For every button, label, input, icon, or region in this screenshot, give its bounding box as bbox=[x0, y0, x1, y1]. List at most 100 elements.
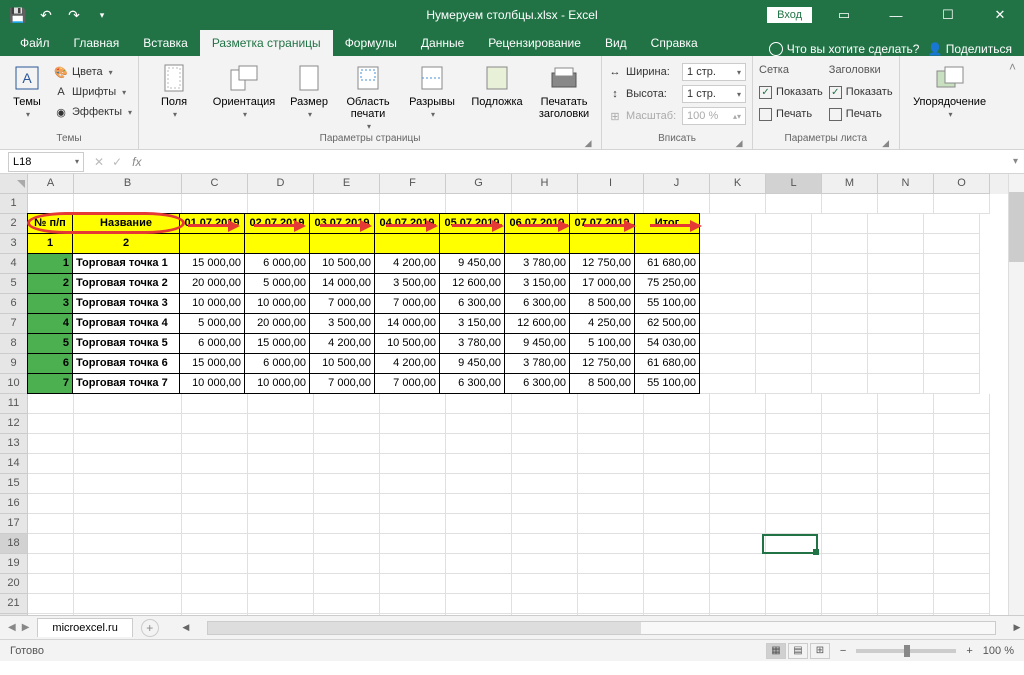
cell[interactable] bbox=[766, 454, 822, 474]
col-header-N[interactable]: N bbox=[878, 174, 934, 194]
sheet-nav-prev-icon[interactable]: ◀ bbox=[8, 622, 16, 633]
row-header[interactable]: 16 bbox=[0, 494, 28, 514]
cell[interactable] bbox=[878, 394, 934, 414]
cell[interactable] bbox=[578, 454, 644, 474]
cell[interactable] bbox=[179, 233, 245, 254]
col-header-K[interactable]: K bbox=[710, 174, 766, 194]
dialog-launcher-icon[interactable]: ◢ bbox=[583, 138, 593, 148]
cell[interactable]: 61 680,00 bbox=[634, 253, 700, 274]
cell[interactable]: 7 000,00 bbox=[309, 373, 375, 394]
cell[interactable]: Торговая точка 4 bbox=[72, 313, 180, 334]
cell[interactable] bbox=[700, 314, 756, 334]
cell[interactable] bbox=[578, 474, 644, 494]
cell[interactable] bbox=[248, 194, 314, 214]
cell[interactable] bbox=[822, 614, 878, 615]
cell[interactable] bbox=[182, 614, 248, 615]
row-header[interactable]: 3 bbox=[0, 234, 28, 254]
cell[interactable] bbox=[710, 454, 766, 474]
cell[interactable] bbox=[822, 554, 878, 574]
minimize-icon[interactable]: — bbox=[876, 0, 916, 30]
cell[interactable] bbox=[710, 594, 766, 614]
row-header[interactable]: 1 bbox=[0, 194, 28, 214]
cell[interactable] bbox=[924, 374, 980, 394]
cell[interactable] bbox=[934, 574, 990, 594]
cell[interactable]: 7 000,00 bbox=[374, 373, 440, 394]
cell[interactable] bbox=[710, 414, 766, 434]
cell[interactable] bbox=[74, 474, 182, 494]
cell[interactable] bbox=[28, 554, 74, 574]
cell[interactable] bbox=[578, 574, 644, 594]
cell[interactable] bbox=[700, 354, 756, 374]
cell[interactable] bbox=[822, 534, 878, 554]
cell[interactable]: 6 300,00 bbox=[504, 293, 570, 314]
cell[interactable]: Торговая точка 1 bbox=[72, 253, 180, 274]
row-header[interactable]: 7 bbox=[0, 314, 28, 334]
cell[interactable] bbox=[878, 594, 934, 614]
fit-width-select[interactable]: 1 стр.▾ bbox=[682, 63, 746, 81]
cell[interactable] bbox=[28, 434, 74, 454]
cell[interactable] bbox=[756, 334, 812, 354]
cell[interactable] bbox=[380, 574, 446, 594]
print-area-button[interactable]: Область печати▾ bbox=[339, 58, 397, 131]
cell[interactable] bbox=[578, 434, 644, 454]
select-all[interactable] bbox=[0, 174, 28, 194]
cell[interactable] bbox=[446, 194, 512, 214]
col-header-D[interactable]: D bbox=[248, 174, 314, 194]
col-header-E[interactable]: E bbox=[314, 174, 380, 194]
cell[interactable] bbox=[504, 233, 570, 254]
cell[interactable] bbox=[380, 614, 446, 615]
tab-Справка[interactable]: Справка bbox=[639, 30, 710, 56]
cell[interactable] bbox=[766, 394, 822, 414]
cell[interactable] bbox=[248, 414, 314, 434]
margins-button[interactable]: Поля▾ bbox=[145, 58, 203, 119]
cell[interactable] bbox=[244, 233, 310, 254]
row-header[interactable]: 11 bbox=[0, 394, 28, 414]
cell[interactable] bbox=[934, 554, 990, 574]
cell[interactable] bbox=[182, 394, 248, 414]
cell[interactable]: 12 600,00 bbox=[504, 313, 570, 334]
cell[interactable] bbox=[28, 574, 74, 594]
cell[interactable] bbox=[756, 374, 812, 394]
cancel-formula-icon[interactable]: ✕ bbox=[94, 155, 104, 169]
tab-Вставка[interactable]: Вставка bbox=[131, 30, 200, 56]
cell[interactable] bbox=[710, 614, 766, 615]
cell[interactable] bbox=[182, 474, 248, 494]
cell[interactable] bbox=[934, 414, 990, 434]
cell[interactable] bbox=[924, 334, 980, 354]
row-header[interactable]: 12 bbox=[0, 414, 28, 434]
cell[interactable] bbox=[512, 594, 578, 614]
cell[interactable] bbox=[446, 574, 512, 594]
cell[interactable] bbox=[644, 614, 710, 615]
size-button[interactable]: Размер▾ bbox=[285, 58, 333, 119]
cell[interactable] bbox=[756, 354, 812, 374]
cell[interactable] bbox=[28, 414, 74, 434]
cell[interactable] bbox=[766, 474, 822, 494]
cell[interactable]: 4 200,00 bbox=[309, 333, 375, 354]
expand-formula-icon[interactable]: ▾ bbox=[1007, 156, 1024, 167]
tab-Главная[interactable]: Главная bbox=[62, 30, 132, 56]
col-header-O[interactable]: O bbox=[934, 174, 990, 194]
cell[interactable]: 54 030,00 bbox=[634, 333, 700, 354]
horizontal-scrollbar[interactable]: ◀▶ bbox=[179, 620, 1024, 636]
cell[interactable] bbox=[878, 614, 934, 615]
cell[interactable] bbox=[578, 494, 644, 514]
cell[interactable] bbox=[934, 594, 990, 614]
theme-colors[interactable]: 🎨Цвета▾ bbox=[54, 62, 132, 82]
tab-Формулы[interactable]: Формулы bbox=[333, 30, 409, 56]
cell[interactable] bbox=[28, 614, 74, 615]
cell[interactable]: 10 000,00 bbox=[244, 293, 310, 314]
row-header[interactable]: 10 bbox=[0, 374, 28, 394]
cell[interactable]: 75 250,00 bbox=[634, 273, 700, 294]
cell[interactable] bbox=[700, 254, 756, 274]
cell[interactable] bbox=[74, 394, 182, 414]
cell[interactable] bbox=[644, 474, 710, 494]
cell[interactable] bbox=[512, 414, 578, 434]
cell[interactable] bbox=[822, 574, 878, 594]
cell[interactable] bbox=[182, 434, 248, 454]
cell[interactable]: 4 bbox=[27, 313, 73, 334]
row-header[interactable]: 15 bbox=[0, 474, 28, 494]
cell[interactable] bbox=[248, 554, 314, 574]
cell[interactable] bbox=[314, 554, 380, 574]
view-gridlines-checkbox[interactable]: ✓Показать bbox=[759, 82, 823, 102]
dialog-launcher-icon[interactable]: ◢ bbox=[734, 138, 744, 148]
